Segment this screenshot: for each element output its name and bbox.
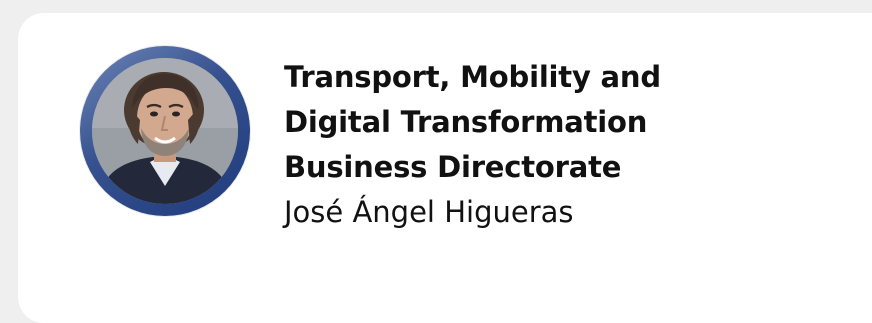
person-name: José Ángel Higueras [284, 195, 574, 229]
profile-card: Transport, Mobility and Digital Transfor… [18, 13, 872, 323]
title-line-3: Business Directorate [284, 150, 622, 184]
profile-text: Transport, Mobility and Digital Transfor… [284, 55, 864, 235]
person-photo-icon [92, 58, 238, 204]
title-line-1: Transport, Mobility and [284, 60, 661, 94]
avatar [80, 46, 250, 216]
title-line-2: Digital Transformation [284, 105, 648, 139]
